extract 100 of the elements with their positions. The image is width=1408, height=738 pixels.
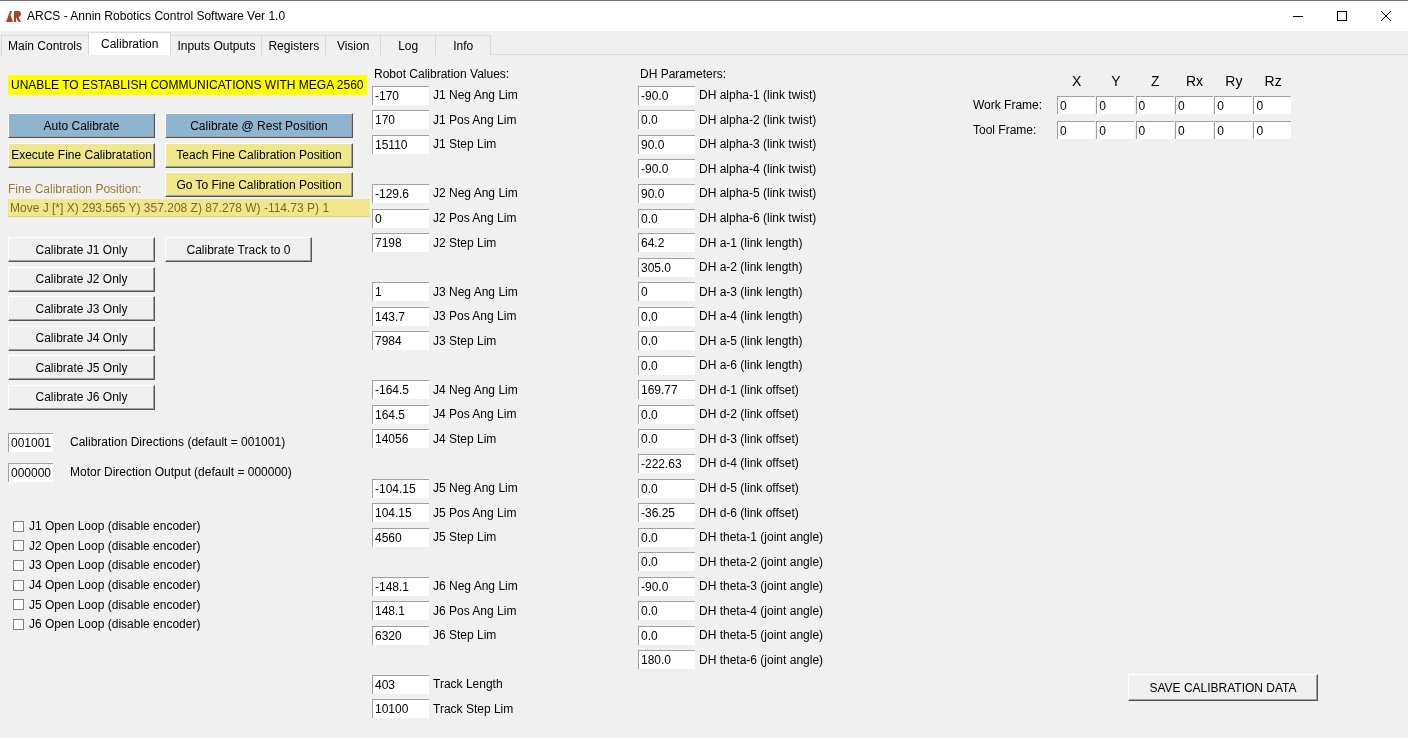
input-field[interactable]: -90.0 [638, 85, 695, 105]
fine-calibration-button[interactable]: Teach Fine Calibration Position [165, 142, 353, 168]
input-field[interactable]: 90.0 [638, 183, 695, 203]
input-field[interactable]: 001001 [8, 432, 53, 452]
input-field[interactable]: -90.0 [638, 576, 695, 596]
input-field[interactable]: 64.2 [638, 233, 695, 253]
input-field[interactable]: 0.0 [638, 331, 695, 351]
input-field[interactable]: -148.1 [372, 576, 429, 596]
input-field[interactable]: 0.0 [638, 110, 695, 130]
maximize-icon[interactable] [1337, 11, 1347, 21]
input-field[interactable]: -104.15 [372, 478, 429, 498]
field-label: Calibration Directions (default = 001001) [70, 435, 286, 449]
field-label: DH a-4 (link length) [699, 309, 803, 324]
input-field[interactable]: 000000 [8, 462, 53, 482]
input-field[interactable]: 0 [1057, 121, 1095, 139]
field-label: J1 Neg Ang Lim [433, 88, 518, 103]
input-field[interactable]: 0 [1135, 96, 1174, 114]
checkbox-label: J1 Open Loop (disable encoder) [29, 519, 201, 534]
column-header: Y [1110, 74, 1122, 89]
tab[interactable]: Main Controls [1, 35, 90, 55]
input-field[interactable]: 0 [1253, 96, 1292, 114]
input-field[interactable]: 0.0 [638, 404, 695, 424]
tab[interactable]: Vision [325, 35, 382, 55]
input-field[interactable]: 0.0 [638, 355, 695, 375]
input-field[interactable]: 6320 [372, 625, 429, 645]
row-label: Work Frame: [973, 98, 1044, 112]
tab[interactable]: Log [380, 35, 437, 55]
input-field[interactable]: 0.0 [638, 306, 695, 326]
calibrate-button[interactable]: Calibrate @ Rest Position [165, 113, 353, 138]
save-button[interactable]: SAVE CALIBRATION DATA [1128, 674, 1318, 701]
input-field[interactable]: -164.5 [372, 380, 429, 400]
input-field[interactable]: 14056 [372, 429, 429, 449]
input-field[interactable]: 0.0 [638, 429, 695, 449]
input-field[interactable]: 0 [638, 282, 695, 302]
fine-calibration-button[interactable]: Go To Fine Calibration Position [165, 172, 353, 197]
checkbox[interactable] [13, 618, 24, 630]
input-field[interactable]: 0 [1057, 96, 1095, 114]
input-field[interactable]: -222.63 [638, 453, 695, 473]
calibrate-joint-button[interactable]: Calibrate J4 Only [8, 325, 155, 351]
window-title: ARCS - Annin Robotics Control Software Ver 1.0 [27, 9, 286, 23]
checkbox-label: J2 Open Loop (disable encoder) [29, 538, 201, 553]
input-field[interactable]: 0 [1135, 121, 1174, 139]
tab[interactable]: Info [435, 35, 492, 55]
input-field[interactable]: 0 [1214, 96, 1253, 114]
input-field[interactable]: 0 [1214, 121, 1253, 139]
calibrate-joint-button[interactable]: Calibrate J1 Only [8, 237, 155, 262]
input-field[interactable]: 164.5 [372, 404, 429, 424]
input-field[interactable]: -170 [372, 85, 429, 105]
calibrate-track-button[interactable]: Calibrate Track to 0 [165, 237, 312, 262]
checkbox[interactable] [13, 560, 24, 571]
input-field[interactable]: 180.0 [638, 650, 695, 670]
close-icon[interactable] [1381, 11, 1391, 21]
input-field[interactable]: 4560 [372, 527, 429, 547]
input-field[interactable]: 10100 [372, 699, 429, 719]
input-field[interactable]: -129.6 [372, 183, 429, 203]
input-field[interactable]: 0 [372, 208, 429, 228]
input-field[interactable]: 403 [372, 674, 429, 694]
input-field[interactable]: 90.0 [638, 134, 695, 154]
input-field[interactable]: 1 [372, 282, 429, 302]
input-field[interactable]: 0 [1174, 121, 1213, 139]
calibrate-joint-button[interactable]: Calibrate J2 Only [8, 266, 155, 292]
calibrate-button[interactable]: Auto Calibrate [8, 113, 155, 138]
input-field[interactable]: -90.0 [638, 159, 695, 179]
tab[interactable]: Calibration [88, 32, 172, 55]
input-field[interactable]: 0.0 [638, 208, 695, 228]
input-field[interactable]: 0.0 [638, 601, 695, 621]
checkbox[interactable] [13, 540, 24, 552]
input-field[interactable]: 0 [1253, 121, 1292, 139]
input-field[interactable]: 7984 [372, 331, 429, 351]
checkbox[interactable] [13, 599, 24, 611]
input-field[interactable]: -36.25 [638, 503, 695, 523]
field-label: DH theta-4 (joint angle) [699, 603, 824, 618]
checkbox[interactable] [13, 579, 24, 591]
input-field[interactable]: 0 [1174, 96, 1213, 114]
tab[interactable]: Inputs Outputs [170, 35, 263, 55]
field-label: DH d-1 (link offset) [699, 382, 799, 397]
fine-calibration-button[interactable]: Execute Fine Calibratation [8, 142, 155, 168]
input-field[interactable]: 0.0 [638, 527, 695, 547]
checkbox[interactable] [13, 520, 24, 532]
calibrate-joint-button[interactable]: Calibrate J6 Only [8, 384, 155, 410]
column-header: Rz [1263, 74, 1283, 89]
input-field[interactable]: 0.0 [638, 552, 695, 572]
calibrate-joint-button[interactable]: Calibrate J5 Only [8, 355, 155, 380]
input-field[interactable]: 143.7 [372, 306, 429, 326]
position-field[interactable]: Move J [*] X) 293.565 Y) 357.208 Z) 87.278 W) -114.73 P) 1 [8, 199, 370, 217]
input-field[interactable]: 0.0 [638, 478, 695, 498]
field-label: DH d-3 (link offset) [699, 431, 799, 446]
input-field[interactable]: 170 [372, 110, 429, 130]
input-field[interactable]: 0 [1096, 121, 1135, 139]
calibrate-joint-button[interactable]: Calibrate J3 Only [8, 296, 155, 321]
tab[interactable]: Registers [261, 35, 327, 55]
input-field[interactable]: 0 [1096, 96, 1135, 114]
input-field[interactable]: 0.0 [638, 625, 695, 645]
input-field[interactable]: 104.15 [372, 503, 429, 523]
input-field[interactable]: 148.1 [372, 601, 429, 621]
field-label: J6 Pos Ang Lim [433, 603, 517, 618]
input-field[interactable]: 169.77 [638, 380, 695, 400]
input-field[interactable]: 15110 [372, 134, 429, 154]
input-field[interactable]: 305.0 [638, 257, 695, 277]
input-field[interactable]: 7198 [372, 233, 429, 253]
